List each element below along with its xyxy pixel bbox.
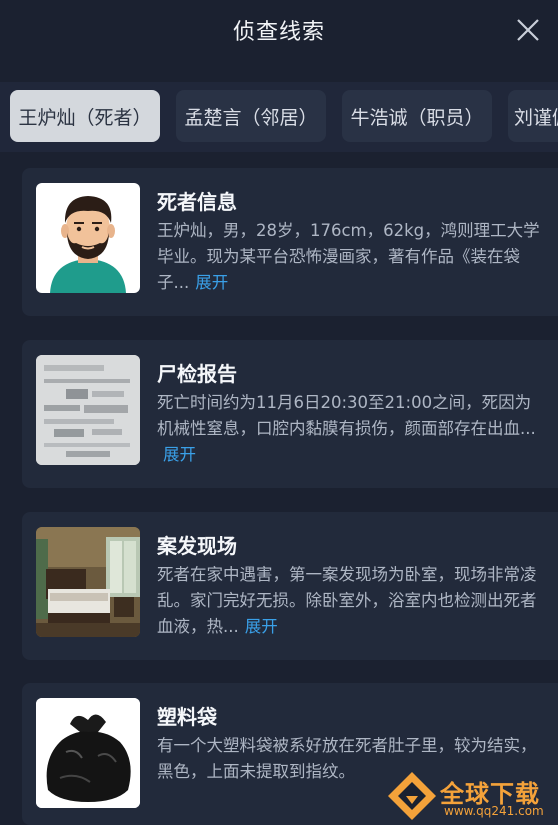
expand-link[interactable]: 展开 (163, 445, 196, 464)
header: 侦查线索 (0, 0, 558, 62)
page-title: 侦查线索 (232, 20, 325, 45)
clue-description: 死者在家中遇害，第一案发现场为卧室，现场非常凌乱。家门完好无损。除卧室外，浴室内… (157, 565, 537, 636)
tab-liu[interactable]: 刘谨佩 (508, 90, 558, 142)
watermark-logo-icon (388, 772, 436, 820)
bedroom-photo-icon (36, 527, 140, 637)
suspect-tabs: 王炉灿（死者） 孟楚言（邻居） 牛浩诚（职员） 刘谨佩 (0, 82, 558, 152)
expand-link[interactable]: 展开 (195, 273, 228, 292)
clue-description: 死亡时间约为11月6日20:30至21:00之间，死因为机械性窒息，口腔内黏膜有… (157, 393, 536, 464)
clue-title: 尸检报告 (157, 362, 237, 386)
clue-title: 塑料袋 (157, 705, 217, 729)
expand-link[interactable]: 展开 (245, 617, 278, 636)
clue-title: 死者信息 (157, 190, 237, 214)
clue-card-crime-scene[interactable]: 案发现场 死者在家中遇害，第一案发现场为卧室，现场非常凌乱。家门完好无损。除卧室… (22, 512, 558, 660)
tab-victim[interactable]: 王炉灿（死者） (10, 90, 160, 142)
close-icon[interactable] (512, 14, 544, 46)
clue-description: 王炉灿，男，28岁，176cm，62kg，鸿则理工大学毕业。现为某平台恐怖漫画家… (157, 221, 540, 292)
report-document-icon (36, 355, 140, 465)
tab-employee[interactable]: 牛浩诚（职员） (342, 90, 492, 142)
clue-title: 案发现场 (157, 534, 237, 558)
tab-neighbor[interactable]: 孟楚言（邻居） (176, 90, 326, 142)
plastic-bag-icon (36, 698, 140, 808)
clue-card-victim-info[interactable]: 死者信息 王炉灿，男，28岁，176cm，62kg，鸿则理工大学毕业。现为某平台… (22, 168, 558, 316)
clue-card-autopsy[interactable]: 尸检报告 死亡时间约为11月6日20:30至21:00之间，死因为机械性窒息，口… (22, 340, 558, 488)
site-watermark: 全球下载 www.qq241.com (380, 768, 558, 825)
watermark-url: www.qq241.com (444, 804, 544, 818)
avatar-icon (36, 183, 140, 293)
